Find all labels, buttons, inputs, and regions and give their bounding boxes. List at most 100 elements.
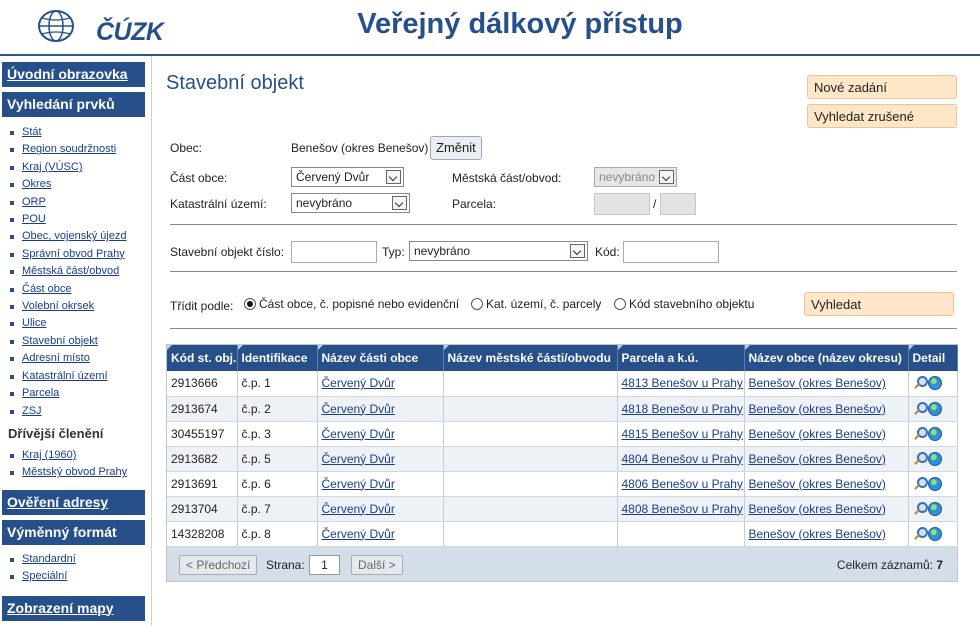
sidebar-item-link[interactable]: Speciální xyxy=(22,570,67,582)
kod-input[interactable] xyxy=(623,241,719,263)
globe-icon[interactable] xyxy=(927,526,942,541)
sidebar-item-link[interactable]: Katastrální území xyxy=(22,370,108,382)
cell-link[interactable]: Benešov (okres Benešov) xyxy=(749,402,886,416)
sidebar-item-link[interactable]: Volební okrsek xyxy=(22,300,94,312)
sort-radio-kat-uzemi[interactable]: Kat. území, č. parcely xyxy=(471,297,601,311)
prev-page-button[interactable]: < Předchozí xyxy=(179,554,258,575)
cell-link[interactable]: Benešov (okres Benešov) xyxy=(749,376,886,390)
cell-link[interactable]: Benešov (okres Benešov) xyxy=(749,452,886,466)
sidebar-item-link[interactable]: Parcela xyxy=(22,387,59,399)
sidebar-item-link[interactable]: Obec, vojenský újezd xyxy=(22,230,127,242)
search-cancelled-button[interactable]: Vyhledat zrušené xyxy=(807,104,957,128)
sidebar-item-link[interactable]: Adresní místo xyxy=(22,352,90,364)
magnifier-icon[interactable] xyxy=(913,426,928,441)
sidebar-item-parcela[interactable]: Parcela xyxy=(8,385,151,402)
magnifier-icon[interactable] xyxy=(913,476,928,491)
magnifier-icon[interactable] xyxy=(913,501,928,516)
sidebar-item-mestsky-obvod-prahy[interactable]: Městský obvod Prahy xyxy=(8,464,151,481)
cell-link[interactable]: Červený Dvůr xyxy=(322,402,395,416)
next-page-button[interactable]: Další > xyxy=(351,554,403,575)
sidebar-item-link[interactable]: Stát xyxy=(22,126,42,138)
globe-icon[interactable] xyxy=(927,426,942,441)
sidebar-item-katastralni-uzemi[interactable]: Katastrální území xyxy=(8,368,151,385)
cell-link[interactable]: Červený Dvůr xyxy=(322,502,395,516)
sidebar-item-adresni-misto[interactable]: Adresní místo xyxy=(8,350,151,367)
column-header-nazev-casti-obce[interactable]: Název části obce xyxy=(317,345,444,371)
sidebar-item-stat[interactable]: Stát xyxy=(8,124,151,141)
globe-icon[interactable] xyxy=(927,401,942,416)
sort-radio-kod[interactable]: Kód stavebního objektu xyxy=(614,297,754,311)
sidebar-item-standardni[interactable]: Standardní xyxy=(8,551,151,568)
sidebar-item-okres[interactable]: Okres xyxy=(8,176,151,193)
sidebar-item-volebni-okrsek[interactable]: Volební okrsek xyxy=(8,298,151,315)
sidebar-item-zsj[interactable]: ZSJ xyxy=(8,403,151,420)
sidebar-item-link[interactable]: Správní obvod Prahy xyxy=(22,248,125,260)
cell-link[interactable]: 4806 Benešov u Prahy xyxy=(622,477,743,491)
column-header-parcela-a-k-u[interactable]: Parcela a k.ú. xyxy=(617,345,745,371)
cell-link[interactable]: Červený Dvůr xyxy=(322,527,395,541)
sidebar-item-link[interactable]: Část obce xyxy=(22,283,72,295)
sidebar-item-ulice[interactable]: Ulice xyxy=(8,315,151,332)
so-cislo-input[interactable] xyxy=(291,241,377,263)
sidebar-item-link[interactable]: Stavební objekt xyxy=(22,335,98,347)
change-obec-button[interactable]: Změnit xyxy=(430,136,482,160)
sidebar-item-link[interactable]: Kraj (VÚSC) xyxy=(22,161,83,173)
sidebar-item-stavebni-objekt[interactable]: Stavební objekt xyxy=(8,333,151,350)
cell-link[interactable]: Červený Dvůr xyxy=(322,376,395,390)
search-button[interactable]: Vyhledat xyxy=(804,292,954,316)
magnifier-icon[interactable] xyxy=(913,401,928,416)
cell-link[interactable]: Benešov (okres Benešov) xyxy=(749,502,886,516)
sidebar-item-link[interactable]: Ulice xyxy=(22,317,46,329)
parcela-number-input[interactable] xyxy=(594,193,650,215)
globe-icon[interactable] xyxy=(927,376,942,391)
typ-select[interactable]: nevybráno xyxy=(409,241,588,261)
parcela-subnumber-input[interactable] xyxy=(660,193,696,215)
sidebar-item-cast-obce[interactable]: Část obce xyxy=(8,281,151,298)
sidebar-item-mestska-cast-obvod[interactable]: Městská část/obvod xyxy=(8,263,151,280)
cell-link[interactable]: 4815 Benešov u Prahy xyxy=(622,427,743,441)
mestska-cast-select[interactable]: nevybráno xyxy=(594,167,677,187)
globe-icon[interactable] xyxy=(927,451,942,466)
column-header-kod-st-obj[interactable]: Kód st. obj. xyxy=(167,345,238,371)
globe-icon[interactable] xyxy=(927,476,942,491)
sidebar-item-link[interactable]: Kraj (1960) xyxy=(22,449,76,461)
page-input[interactable]: 1 xyxy=(309,554,340,575)
sidebar-item-link[interactable]: Standardní xyxy=(22,553,76,565)
ku-select[interactable]: nevybráno xyxy=(291,193,410,213)
cell-link[interactable]: Benešov (okres Benešov) xyxy=(749,527,886,541)
cell-link[interactable]: 4804 Benešov u Prahy xyxy=(622,452,743,466)
cell-link[interactable]: 4818 Benešov u Prahy xyxy=(622,402,743,416)
cell-link[interactable]: Červený Dvůr xyxy=(322,452,395,466)
sidebar-item-link[interactable]: ZSJ xyxy=(22,405,42,417)
column-header-identifikace[interactable]: Identifikace xyxy=(237,345,318,371)
new-entry-button[interactable]: Nové zadání xyxy=(807,75,957,99)
cell-link[interactable]: 4808 Benešov u Prahy xyxy=(622,502,743,516)
sidebar-verify-link[interactable]: Ověření adresy xyxy=(2,489,145,515)
cell-link[interactable]: Benešov (okres Benešov) xyxy=(749,477,886,491)
column-header-nazev-obce-nazev-okresu[interactable]: Název obce (název okresu) xyxy=(744,345,909,371)
sidebar-item-link[interactable]: Městský obvod Prahy xyxy=(22,466,127,478)
sidebar-home-link[interactable]: Úvodní obrazovka xyxy=(2,62,145,87)
column-header-nazev-mestske-casti-obvodu[interactable]: Název městské části/obvodu xyxy=(443,345,618,371)
sidebar-item-obec-vojensky-ujezd[interactable]: Obec, vojenský újezd xyxy=(8,228,151,245)
sidebar-item-link[interactable]: ORP xyxy=(22,196,46,208)
cell-link[interactable]: Červený Dvůr xyxy=(322,477,395,491)
column-header-detail[interactable]: Detail xyxy=(908,345,958,371)
sidebar-item-specialni[interactable]: Speciální xyxy=(8,568,151,585)
sidebar-map-link[interactable]: Zobrazení mapy xyxy=(2,595,145,621)
sidebar-item-orp[interactable]: ORP xyxy=(8,194,151,211)
sidebar-item-kraj-1960[interactable]: Kraj (1960) xyxy=(8,447,151,464)
sidebar-item-link[interactable]: Okres xyxy=(22,178,51,190)
cast-obce-select[interactable]: Červený Dvůr xyxy=(291,167,404,187)
sidebar-item-kraj-vusc[interactable]: Kraj (VÚSC) xyxy=(8,159,151,176)
sidebar-item-link[interactable]: Region soudržnosti xyxy=(22,143,116,155)
cell-link[interactable]: 4813 Benešov u Prahy xyxy=(622,376,743,390)
sort-radio-cast-obce[interactable]: Část obce, č. popisné nebo evidenční xyxy=(244,297,459,311)
magnifier-icon[interactable] xyxy=(913,451,928,466)
cell-link[interactable]: Benešov (okres Benešov) xyxy=(749,427,886,441)
globe-icon[interactable] xyxy=(927,501,942,516)
sidebar-item-link[interactable]: Městská část/obvod xyxy=(22,265,119,277)
magnifier-icon[interactable] xyxy=(913,526,928,541)
sidebar-item-region-soudrznosti[interactable]: Region soudržnosti xyxy=(8,141,151,158)
sidebar-item-link[interactable]: POU xyxy=(22,213,46,225)
